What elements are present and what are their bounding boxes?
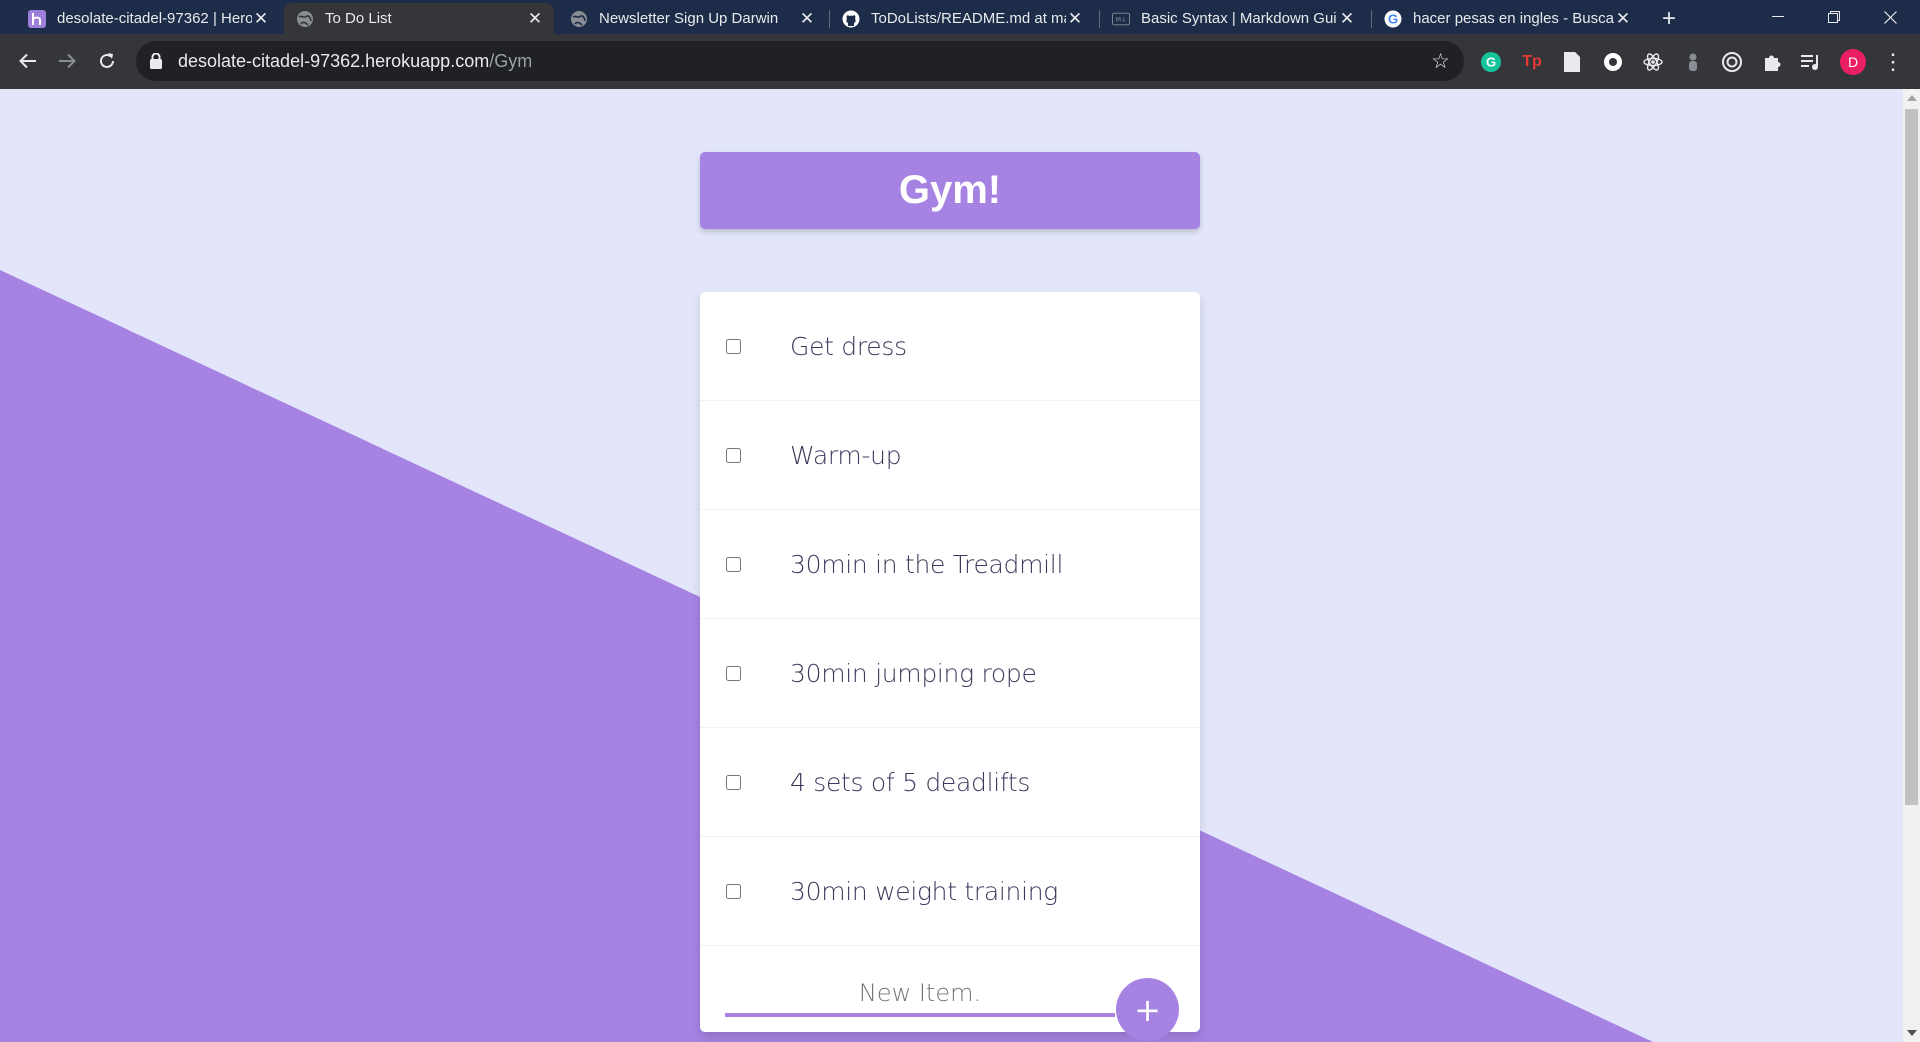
todo-list-card: Get dress Warm-up 30min in the Treadmill… bbox=[700, 292, 1200, 1041]
reload-button[interactable] bbox=[92, 46, 122, 76]
svg-text:M↓: M↓ bbox=[1116, 16, 1127, 23]
close-icon bbox=[1883, 10, 1897, 24]
arrow-left-icon bbox=[19, 53, 36, 69]
url-text[interactable]: desolate-citadel-97362.herokuapp.com/Gym bbox=[178, 51, 532, 72]
item-checkbox[interactable] bbox=[726, 774, 741, 790]
tab-google[interactable]: G hacer pesas en ingles - Busca ✕ bbox=[1372, 3, 1642, 34]
puzzle-extensions-icon[interactable] bbox=[1761, 51, 1783, 73]
page-title: Gym! bbox=[898, 168, 1002, 212]
tab-to-do-list[interactable]: To Do List ✕ bbox=[284, 3, 554, 34]
new-item-input[interactable] bbox=[725, 973, 1115, 1017]
profile-avatar[interactable]: D bbox=[1840, 49, 1866, 75]
item-checkbox[interactable] bbox=[726, 883, 741, 899]
list-item: 30min jumping rope bbox=[700, 619, 1200, 728]
new-item-form: + bbox=[700, 945, 1200, 1041]
item-checkbox[interactable] bbox=[726, 338, 741, 354]
target-extension-icon[interactable] bbox=[1721, 51, 1743, 73]
list-item: 30min in the Treadmill bbox=[700, 510, 1200, 619]
item-text: Warm-up bbox=[790, 440, 902, 470]
markdown-icon: M↓ bbox=[1112, 10, 1130, 28]
list-item: Get dress bbox=[700, 292, 1200, 401]
globe-icon bbox=[570, 10, 588, 28]
browser-toolbar: desolate-citadel-97362.herokuapp.com/Gym… bbox=[0, 34, 1920, 89]
lock-icon[interactable] bbox=[150, 52, 166, 69]
tab-title: Basic Syntax | Markdown Gui bbox=[1141, 10, 1337, 27]
tab-title: Newsletter Sign Up Darwin bbox=[599, 10, 779, 27]
restore-button[interactable] bbox=[1806, 0, 1862, 34]
item-checkbox[interactable] bbox=[726, 447, 741, 463]
heroku-icon bbox=[28, 9, 46, 28]
minimize-icon bbox=[1772, 16, 1784, 17]
close-icon[interactable]: ✕ bbox=[1614, 9, 1632, 28]
tab-title: ToDoLists/README.md at ma bbox=[871, 10, 1066, 27]
close-icon[interactable]: ✕ bbox=[1066, 9, 1084, 28]
document-extension-icon[interactable] bbox=[1561, 51, 1583, 73]
scrollbar-thumb[interactable] bbox=[1905, 109, 1918, 805]
figure-extension-icon[interactable] bbox=[1682, 51, 1704, 73]
list-item: 4 sets of 5 deadlifts bbox=[700, 728, 1200, 837]
item-text: 30min weight training bbox=[790, 876, 1058, 906]
url-path: /Gym bbox=[489, 51, 533, 71]
restore-icon bbox=[1828, 11, 1840, 23]
bookmark-star-icon[interactable]: ☆ bbox=[1431, 49, 1450, 74]
item-checkbox[interactable] bbox=[726, 556, 741, 572]
close-icon[interactable]: ✕ bbox=[798, 9, 816, 28]
close-icon[interactable]: ✕ bbox=[252, 9, 270, 28]
arrow-right-icon bbox=[59, 53, 76, 69]
tab-heroku[interactable]: desolate-citadel-97362 | Hero ✕ bbox=[16, 3, 280, 34]
media-control-icon[interactable] bbox=[1800, 51, 1822, 73]
address-bar[interactable]: desolate-citadel-97362.herokuapp.com/Gym… bbox=[136, 41, 1464, 81]
back-button[interactable] bbox=[13, 46, 43, 76]
item-text: Get dress bbox=[790, 331, 907, 361]
scroll-up-icon[interactable] bbox=[1907, 95, 1917, 101]
heading-box: Gym! bbox=[700, 152, 1200, 229]
close-icon[interactable]: ✕ bbox=[526, 9, 544, 28]
grammarly-extension-icon[interactable]: G bbox=[1480, 51, 1502, 73]
react-devtools-icon[interactable] bbox=[1642, 51, 1664, 73]
list-item: Warm-up bbox=[700, 401, 1200, 510]
tab-github[interactable]: ToDoLists/README.md at ma ✕ bbox=[830, 3, 1094, 34]
google-icon: G bbox=[1384, 10, 1402, 28]
tp-extension-icon[interactable]: Tp bbox=[1521, 51, 1543, 73]
add-item-button[interactable]: + bbox=[1116, 978, 1179, 1041]
forward-button[interactable] bbox=[52, 46, 82, 76]
minimize-button[interactable] bbox=[1750, 0, 1806, 34]
circle-extension-icon[interactable] bbox=[1602, 51, 1624, 73]
item-text: 30min in the Treadmill bbox=[790, 549, 1064, 579]
item-checkbox[interactable] bbox=[726, 665, 741, 681]
reload-icon bbox=[100, 53, 114, 68]
item-text: 30min jumping rope bbox=[790, 658, 1037, 688]
globe-icon bbox=[296, 10, 314, 28]
page-scrollbar[interactable] bbox=[1903, 89, 1920, 1042]
tab-markdown[interactable]: M↓ Basic Syntax | Markdown Gui ✕ bbox=[1100, 3, 1366, 34]
item-text: 4 sets of 5 deadlifts bbox=[790, 767, 1031, 797]
tab-strip: desolate-citadel-97362 | Hero ✕ To Do Li… bbox=[0, 0, 1920, 34]
new-tab-button[interactable]: + bbox=[1655, 5, 1683, 33]
svg-text:G: G bbox=[1388, 11, 1398, 26]
list-item: 30min weight training bbox=[700, 837, 1200, 946]
github-icon bbox=[842, 10, 860, 28]
close-icon[interactable]: ✕ bbox=[1338, 9, 1356, 28]
tab-title: To Do List bbox=[325, 10, 392, 27]
tab-title: hacer pesas en ingles - Busca bbox=[1413, 10, 1614, 27]
svg-text:G: G bbox=[1486, 55, 1496, 70]
page-viewport: Gym! Get dress Warm-up 30min in the Trea… bbox=[0, 89, 1903, 1042]
scroll-down-icon[interactable] bbox=[1907, 1030, 1917, 1036]
close-window-button[interactable] bbox=[1862, 0, 1918, 34]
tab-newsletter[interactable]: Newsletter Sign Up Darwin ✕ bbox=[558, 3, 826, 34]
tab-title: desolate-citadel-97362 | Hero bbox=[57, 10, 252, 27]
more-menu-icon[interactable]: ⋮ bbox=[1882, 48, 1904, 76]
url-host: desolate-citadel-97362.herokuapp.com bbox=[178, 51, 490, 71]
